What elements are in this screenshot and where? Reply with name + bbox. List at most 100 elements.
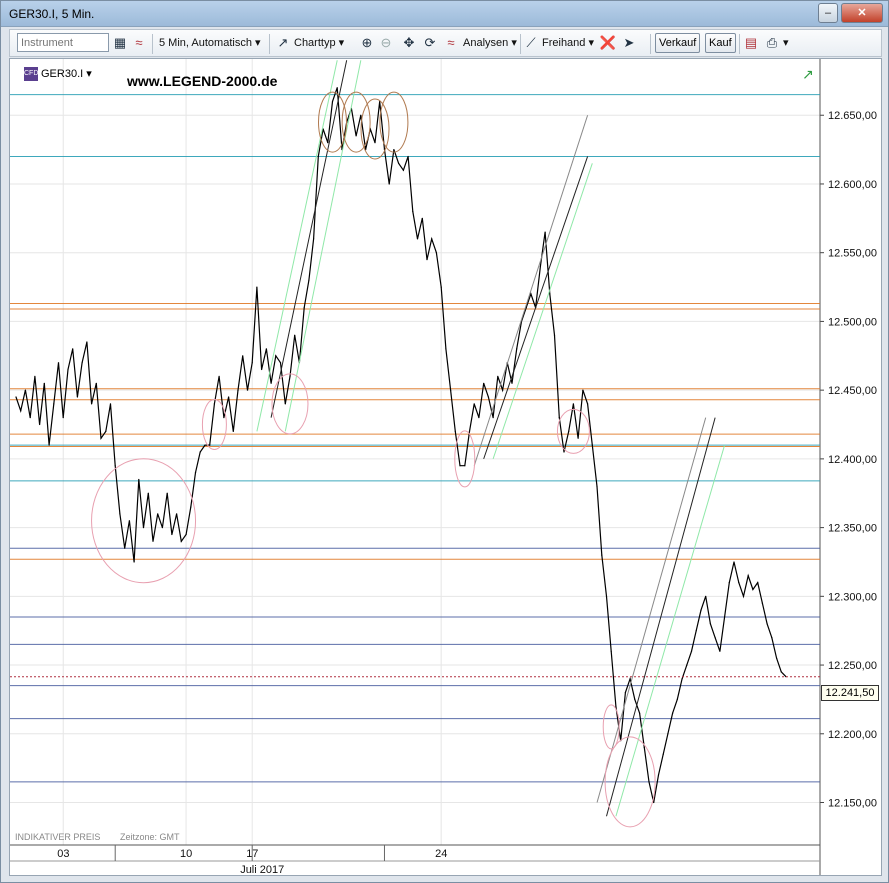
price-point xyxy=(572,403,575,405)
eraser-icon[interactable]: ❌ xyxy=(599,34,617,52)
price-point xyxy=(114,465,116,467)
price-point xyxy=(166,492,168,494)
price-point xyxy=(317,155,319,158)
price-point xyxy=(242,355,244,357)
price-point xyxy=(29,417,31,419)
current-price-tag: 12.241,50 xyxy=(821,685,879,701)
price-point xyxy=(421,217,423,219)
verkauf-button[interactable]: Verkauf xyxy=(655,33,701,53)
trend-line xyxy=(473,115,589,466)
price-point xyxy=(667,733,669,735)
highlight-ellipse xyxy=(91,458,197,584)
price-chart[interactable]: 12.650,00 12.600,00 12.550,00 12.500,00 12.4… xyxy=(10,59,881,875)
price-point xyxy=(265,348,267,350)
price-point xyxy=(539,265,542,267)
price-point xyxy=(431,238,433,240)
price-point xyxy=(336,87,338,89)
price-point xyxy=(445,348,447,350)
print-icon[interactable]: ⎙ xyxy=(763,34,781,52)
price-point xyxy=(752,588,754,591)
close-button[interactable]: ✕ xyxy=(841,3,883,23)
price-point xyxy=(563,451,565,453)
symbol-text: GER30.I xyxy=(41,68,84,80)
freihand-dropdown[interactable]: Freihand ▾ xyxy=(542,33,594,53)
price-point xyxy=(100,437,102,439)
price-point xyxy=(15,396,17,398)
chart-area[interactable]: 12.650,00 12.600,00 12.550,00 12.500,00 12.4… xyxy=(9,58,882,876)
price-point xyxy=(157,513,159,515)
month-label: Juli 2017 xyxy=(240,864,284,875)
y-tick-label: 12.150,00 xyxy=(828,798,877,810)
price-point xyxy=(719,650,721,652)
price-point xyxy=(629,678,631,680)
price-point xyxy=(57,362,60,364)
price-point xyxy=(190,506,192,508)
price-point xyxy=(497,375,499,377)
y-tick-label: 12.650,00 xyxy=(828,110,877,122)
print-dropdown-arrow[interactable]: ▾ xyxy=(783,33,789,53)
price-point xyxy=(412,210,414,213)
instrument-input[interactable] xyxy=(17,33,109,52)
pan-icon[interactable]: ✥ xyxy=(400,34,418,52)
x-tick-label: 03 xyxy=(57,848,69,860)
kauf-button[interactable]: Kauf xyxy=(705,33,736,53)
refresh-icon[interactable]: ⟳ xyxy=(421,34,439,52)
price-point xyxy=(303,307,305,309)
price-point xyxy=(558,417,560,419)
interval-dropdown[interactable]: 5 Min, Automatisch ▾ xyxy=(159,33,261,53)
price-point xyxy=(398,162,400,164)
price-point xyxy=(639,712,641,714)
price-point xyxy=(459,465,461,467)
analysen-icon: ≈ xyxy=(447,35,455,50)
price-point xyxy=(48,444,50,446)
price-point xyxy=(124,547,126,549)
price-point xyxy=(228,396,230,398)
zoom-in-icon[interactable]: ⊕ xyxy=(358,34,376,52)
zoom-out-icon[interactable]: ⊖ xyxy=(377,34,395,52)
price-point xyxy=(601,554,603,556)
price-point xyxy=(582,389,584,391)
price-point xyxy=(176,513,178,515)
cursor-icon[interactable]: ➤ xyxy=(620,34,638,52)
charttype-dropdown[interactable]: Charttyp ▾ xyxy=(294,33,344,53)
price-point xyxy=(416,238,419,240)
price-point xyxy=(360,114,362,116)
price-point xyxy=(672,712,674,714)
price-point xyxy=(256,286,258,288)
price-point xyxy=(251,362,253,364)
price-point xyxy=(549,293,551,295)
price-point xyxy=(487,396,489,398)
price-point xyxy=(530,293,532,295)
price-point xyxy=(454,430,456,432)
chart-settings-icon[interactable]: ▤ xyxy=(742,34,760,52)
timezone-note: Zeitzone: GMT xyxy=(120,832,180,842)
price-point xyxy=(180,540,182,542)
price-point xyxy=(284,403,286,405)
price-point xyxy=(218,375,220,377)
price-point xyxy=(596,485,598,487)
price-point xyxy=(204,444,206,446)
indicative-note: INDIKATIVER PREIS xyxy=(15,832,100,842)
charttype-label: Charttyp xyxy=(294,37,336,49)
price-point xyxy=(440,286,442,288)
price-point xyxy=(591,444,593,446)
price-point xyxy=(34,375,36,377)
instrument-list-icon[interactable]: ▦ xyxy=(111,34,129,52)
price-point xyxy=(331,100,334,103)
price-point xyxy=(43,382,45,384)
price-point xyxy=(261,368,263,371)
x-tick-label: 17 xyxy=(246,848,258,860)
highlight-ellipse xyxy=(379,91,409,153)
title-bar: GER30.I, 5 Min. – ✕ xyxy=(1,1,888,27)
price-point xyxy=(450,389,452,391)
minimize-button[interactable]: – xyxy=(818,3,838,23)
price-point xyxy=(232,430,234,432)
x-tick-label: 10 xyxy=(180,848,192,860)
price-point xyxy=(393,149,395,151)
highlight-ellipse xyxy=(360,98,390,160)
symbol-label[interactable]: CFD GER30.I ▾ xyxy=(24,67,92,82)
analysen-dropdown[interactable]: Analysen ▾ xyxy=(463,33,517,53)
separator xyxy=(520,34,521,54)
compare-icon[interactable]: ≈ xyxy=(130,34,148,52)
price-point xyxy=(643,746,645,749)
